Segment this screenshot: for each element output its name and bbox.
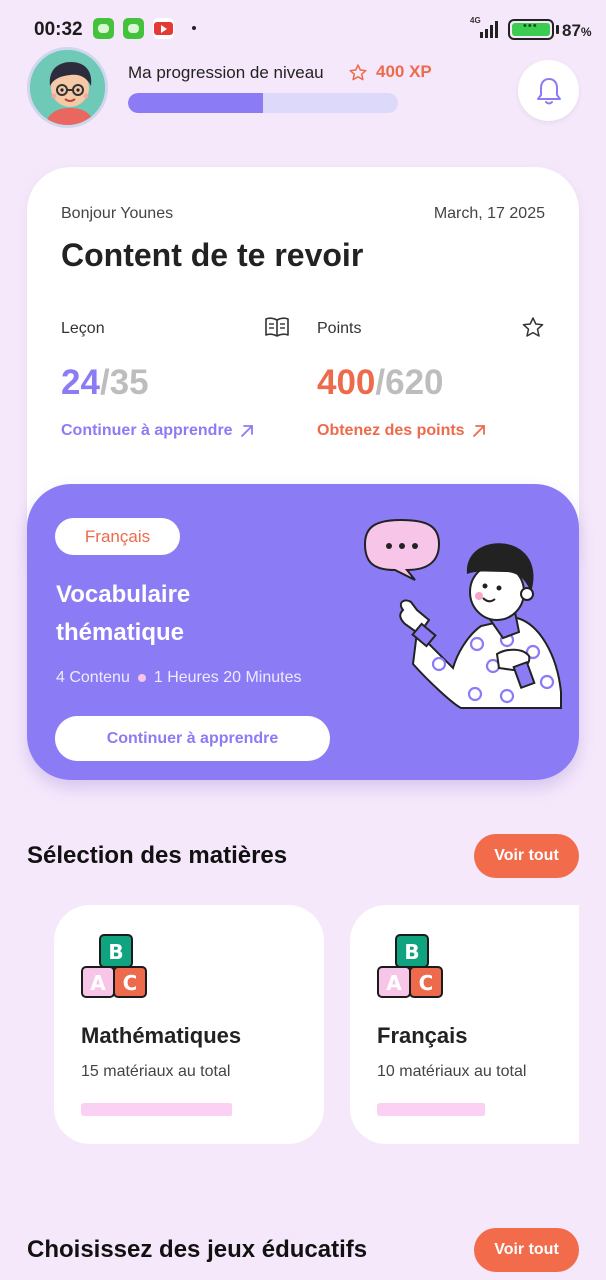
youtube-icon: [153, 18, 174, 39]
svg-text:B: B: [108, 940, 123, 964]
lesson-label: Leçon: [61, 320, 105, 337]
subject-progress-fill: [377, 1103, 485, 1116]
arrow-up-right-icon: [240, 425, 253, 437]
subject-progress-fill: [81, 1103, 232, 1116]
battery-percentage: 87%: [562, 21, 592, 40]
level-progress-label: Ma progression de niveau: [128, 63, 324, 82]
current-date: March, 17 2025: [433, 205, 545, 222]
subject-name: Français: [377, 1023, 468, 1048]
status-time: 00:32: [34, 19, 83, 40]
xp-badge: 400 XP: [348, 62, 432, 82]
xp-value: 400 XP: [376, 62, 432, 81]
current-course-card[interactable]: Français Vocabulaire thématique 4 Conten…: [27, 484, 579, 780]
level-progress-bar: [128, 93, 398, 113]
svg-text:A: A: [386, 971, 402, 995]
level-progress-fill: [128, 93, 263, 113]
abc-blocks-icon: B A C: [81, 934, 147, 998]
subject-progress-bar: [81, 1103, 296, 1116]
more-notifications-dot: [192, 26, 196, 30]
status-bar: 00:32 4G 87%: [0, 0, 606, 58]
svg-text:A: A: [90, 971, 106, 995]
notification-app-icon: [93, 18, 114, 39]
course-meta: 4 Contenu 1 Heures 20 Minutes: [56, 669, 301, 687]
subject-material-count: 15 matériaux au total: [81, 1063, 231, 1080]
continue-learning-link[interactable]: Continuer à apprendre: [61, 422, 255, 440]
games-section-title: Choisissez des jeux éducatifs: [27, 1236, 368, 1263]
svg-text:C: C: [123, 971, 138, 995]
signal-icon: [480, 21, 498, 38]
arrow-up-right-icon: [472, 425, 485, 437]
welcome-heading: Content de te revoir: [61, 237, 364, 273]
student-illustration: [363, 518, 562, 709]
greeting: Bonjour Younes: [61, 205, 174, 222]
subject-card-francais[interactable]: B A C Français 10 matériaux au total: [350, 905, 579, 1144]
subjects-carousel[interactable]: B A C Mathématiques 15 matériaux au tota…: [27, 905, 579, 1160]
svg-text:C: C: [419, 971, 434, 995]
subject-tag: Français: [55, 518, 180, 555]
battery-icon: [508, 19, 554, 40]
get-points-link[interactable]: Obtenez des points: [317, 422, 487, 440]
avatar[interactable]: [27, 47, 108, 128]
notification-app-icon: [123, 18, 144, 39]
see-all-subjects-button[interactable]: Voir tout: [474, 834, 579, 878]
continue-course-button[interactable]: Continuer à apprendre: [55, 716, 330, 761]
star-icon: [522, 317, 544, 337]
subject-name: Mathématiques: [81, 1023, 242, 1048]
book-icon: [265, 317, 289, 337]
bell-icon: [536, 77, 561, 104]
points-count: 400/620: [317, 363, 444, 402]
content-count: 4 Contenu: [56, 669, 130, 686]
svg-text:B: B: [404, 940, 419, 964]
notifications-button[interactable]: [518, 60, 579, 121]
course-title: Vocabulaire thématique: [56, 581, 191, 646]
separator-dot: [137, 674, 146, 682]
subjects-section-title: Sélection des matières: [27, 842, 288, 869]
lesson-count: 24/35: [61, 363, 149, 402]
subject-progress-bar: [377, 1103, 579, 1116]
star-icon: [349, 64, 367, 81]
subject-material-count: 10 matériaux au total: [377, 1063, 527, 1080]
points-label: Points: [317, 320, 362, 337]
course-duration: 1 Heures 20 Minutes: [153, 669, 302, 686]
subject-card-mathematiques[interactable]: B A C Mathématiques 15 matériaux au tota…: [54, 905, 324, 1144]
see-all-games-button[interactable]: Voir tout: [474, 1228, 579, 1272]
abc-blocks-icon: B A C: [377, 934, 443, 998]
